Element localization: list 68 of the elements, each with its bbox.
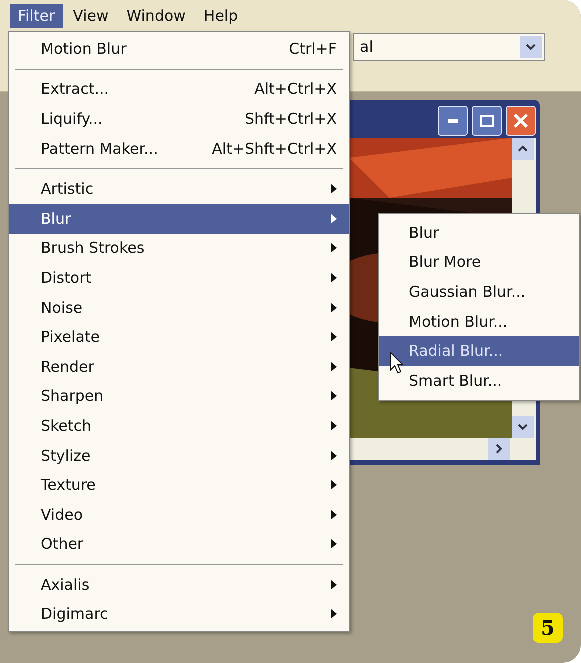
shortcut-text: Shft+Ctrl+X [244, 110, 337, 128]
menu-bar-item[interactable]: Window [118, 4, 194, 28]
menu-item-label: Pixelate [41, 328, 101, 346]
menu-item[interactable]: Pixelate [9, 322, 349, 352]
menu-item-label: Noise [41, 298, 84, 317]
menu-item-label: Brush Strokes [41, 239, 146, 258]
menu-item-label: Liquify... [41, 110, 104, 128]
menu-item[interactable]: Blur [9, 204, 349, 234]
menu-item[interactable]: Sketch [9, 411, 349, 441]
menu-item[interactable]: Distort [9, 263, 349, 293]
menu-item[interactable]: Extract... Alt+Ctrl+X [9, 74, 349, 104]
menu-item[interactable]: Smart Blur... [379, 366, 579, 396]
menu-item[interactable]: Blur [379, 218, 579, 248]
menu-item-label: Digimarc [41, 605, 110, 624]
menu-item[interactable]: Artistic [9, 174, 349, 204]
menu-bar-item[interactable]: Filter [10, 4, 64, 28]
maximize-button[interactable] [472, 106, 502, 136]
menu-item[interactable]: Liquify... Shft+Ctrl+X [9, 104, 349, 134]
shortcut-text: Ctrl+F [289, 40, 337, 58]
menu-item[interactable]: Texture [9, 470, 349, 500]
menu-item[interactable]: Pattern Maker... Alt+Shft+Ctrl+X [9, 134, 349, 164]
menu-item[interactable]: Gaussian Blur... [379, 277, 579, 307]
menu-item[interactable]: Digimarc [9, 600, 349, 630]
chevron-icon [526, 43, 536, 51]
menu-item[interactable]: Brush Strokes [9, 234, 349, 264]
scroll-up-button[interactable] [512, 138, 534, 160]
menu-item[interactable]: Radial Blur... [379, 336, 579, 366]
menu-item[interactable]: Motion Blur... [379, 306, 579, 336]
menu-item-label: Blur [41, 210, 72, 228]
shortcut-text: Alt+Shft+Ctrl+X [212, 140, 337, 158]
dropdown[interactable]: al [353, 33, 545, 61]
shortcut-text: Alt+Ctrl+X [254, 80, 337, 98]
scroll-down-button[interactable] [512, 416, 534, 438]
menu-bar-item[interactable]: View [65, 4, 117, 28]
menu-item[interactable]: Other [9, 530, 349, 560]
menu-item-label: Video [41, 506, 84, 524]
menu-item[interactable]: Stylize [9, 440, 349, 470]
menu-item-label: Artistic [41, 180, 95, 198]
step-badge: 5 [533, 613, 563, 643]
menu-item-label: Pattern Maker... [41, 140, 160, 158]
menu-bar-item[interactable]: Help [196, 4, 246, 28]
close-icon [514, 114, 528, 128]
chevron-icon [518, 145, 528, 153]
menu-item[interactable]: Motion Blur Ctrl+F [9, 34, 349, 64]
menu-item[interactable]: Axialis [9, 570, 349, 600]
menu-item-label: Distort [41, 268, 93, 287]
menu-item[interactable]: Noise [9, 292, 349, 322]
maximize-icon [480, 115, 494, 127]
chevron-icon [495, 444, 503, 454]
menu-item-label: Render [41, 358, 96, 376]
menu-item-label: Motion Blur [41, 40, 128, 58]
menu-item-label: Texture [41, 476, 97, 494]
menu-item-label: Axialis [41, 576, 91, 594]
menu-item[interactable]: Render [9, 352, 349, 382]
menu-item-label: Sharpen [41, 387, 105, 406]
menu-item-label: Extract... [41, 80, 110, 98]
menu-item-label: Stylize [41, 446, 92, 465]
minimize-icon [448, 119, 458, 123]
close-button[interactable] [506, 106, 536, 136]
menu-item[interactable]: Video [9, 500, 349, 530]
scroll-right-button[interactable] [488, 438, 510, 460]
menu-item[interactable]: Blur More [379, 248, 579, 278]
menu-item-label: Sketch [41, 416, 93, 435]
cursor-icon [390, 352, 404, 374]
chevron-icon [518, 423, 528, 431]
menu-item-label: Other [41, 535, 85, 554]
minimize-button[interactable] [438, 106, 468, 136]
menu-item[interactable]: Sharpen [9, 382, 349, 412]
